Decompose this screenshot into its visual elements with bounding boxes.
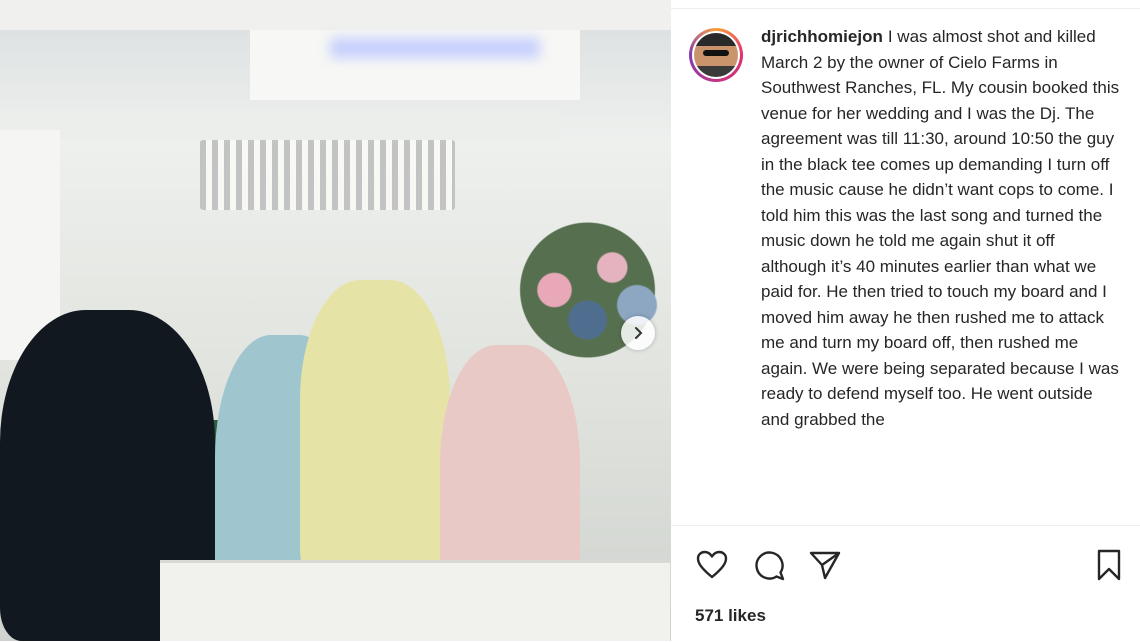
ceiling-beam [0,0,671,30]
likes-count[interactable]: 571 likes [695,606,766,626]
post-details-panel: djrichhomiejon I was almost shot and kill… [671,0,1140,641]
post-media[interactable] [0,0,671,641]
comment-icon [755,551,785,581]
caption-body: I was almost shot and killed March 2 by … [761,27,1120,429]
chandelier [200,140,455,210]
username-link[interactable]: djrichhomiejon [761,27,883,46]
share-icon [809,551,841,580]
action-bar: 571 likes [671,525,1140,642]
avatar[interactable] [689,28,743,82]
bookmark-icon [1097,549,1121,581]
next-slide-button[interactable] [621,316,655,350]
save-button[interactable] [1094,548,1128,582]
person-man-yellow [300,280,450,580]
share-button[interactable] [808,548,842,582]
caption-text: djrichhomiejon I was almost shot and kill… [761,24,1121,521]
top-divider [671,8,1140,9]
chevron-right-icon [635,327,643,339]
caption-block: djrichhomiejon I was almost shot and kill… [689,24,1134,521]
ceiling-beam [0,110,560,140]
dining-table [160,560,670,641]
avatar-image [694,33,738,77]
ceiling-light [330,38,540,58]
heart-icon [696,550,728,579]
comment-button[interactable] [752,548,786,582]
like-button[interactable] [695,548,729,582]
